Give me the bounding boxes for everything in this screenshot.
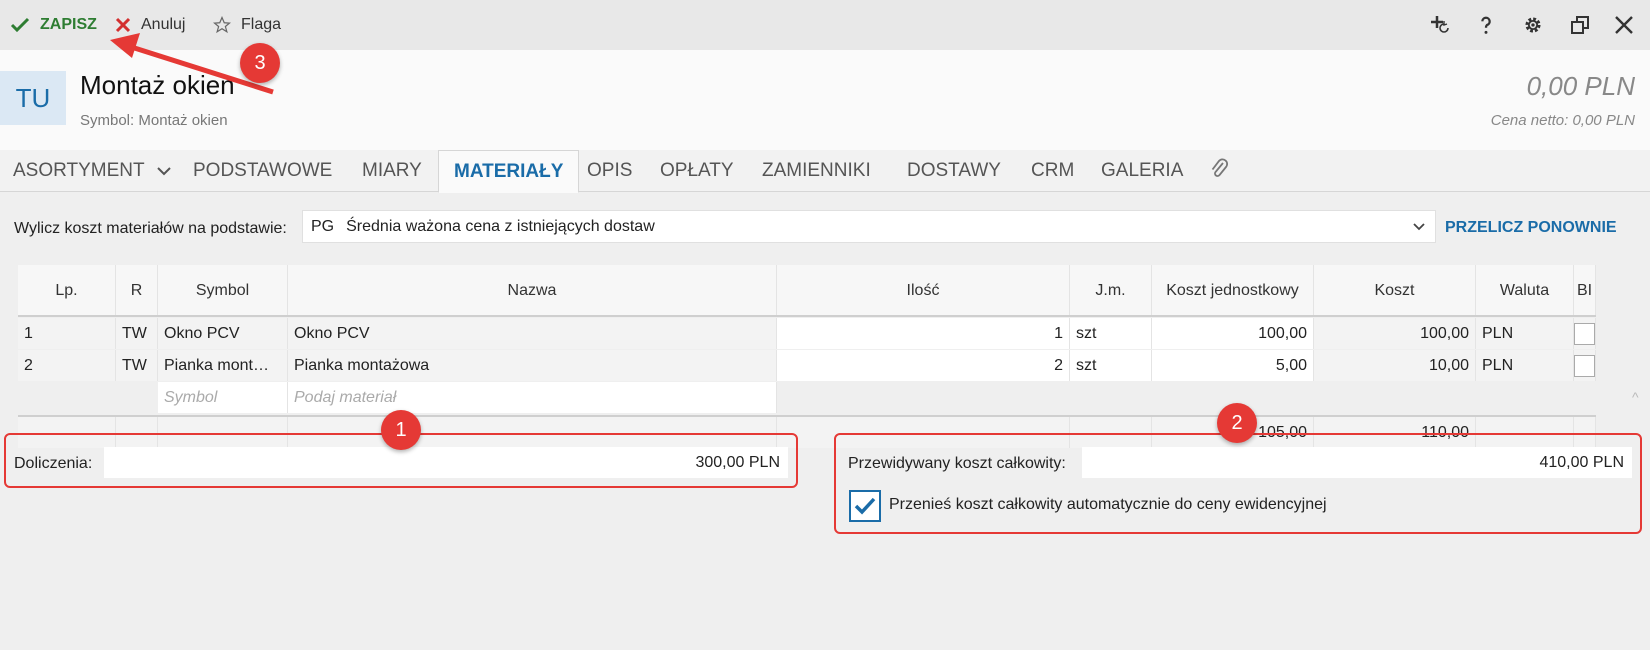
annotation-arrow bbox=[110, 33, 274, 95]
callout-1: 1 bbox=[381, 410, 421, 450]
callout-2: 2 bbox=[1217, 403, 1257, 443]
callout-3: 3 bbox=[240, 43, 280, 83]
